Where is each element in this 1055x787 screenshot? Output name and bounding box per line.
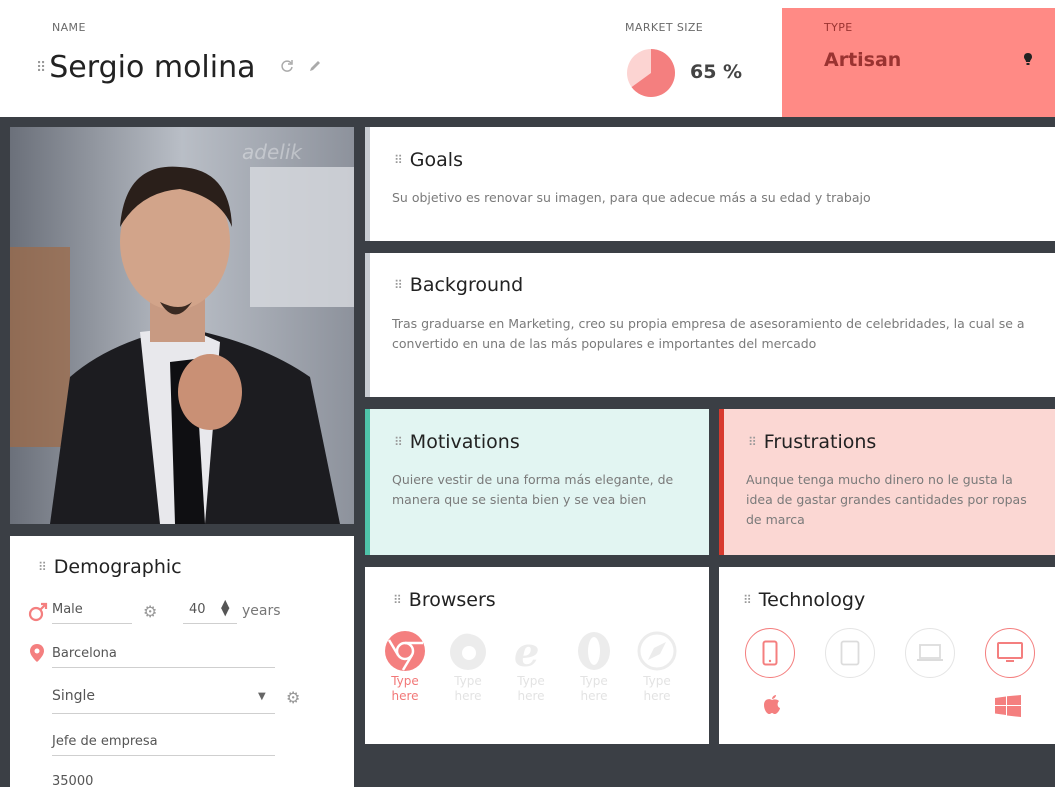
age-stepper-icon[interactable]: ▲ ▼: [221, 598, 229, 617]
frustrations-title-text: Frustrations: [763, 431, 877, 453]
device-laptop[interactable]: [905, 628, 955, 678]
browser-label[interactable]: Type here: [447, 674, 489, 704]
apple-icon[interactable]: [763, 695, 781, 715]
persona-name[interactable]: Sergio molina: [49, 50, 255, 85]
goals-title-text: Goals: [409, 149, 463, 171]
browser-safari[interactable]: Type here: [636, 630, 678, 704]
internet-explorer-icon: e: [514, 630, 539, 672]
desktop-icon: [997, 642, 1023, 662]
gender-field[interactable]: Male: [52, 600, 132, 624]
drag-handle-icon[interactable]: ⠿: [393, 594, 402, 606]
income-field[interactable]: 35000: [52, 772, 275, 787]
type-label: TYPE: [824, 21, 853, 34]
demographic-card: ⠿ Demographic Male ⚙ 40 ▲ ▼ years Barcelo…: [10, 536, 354, 787]
background-text[interactable]: Tras graduarse en Marketing, creo su pro…: [392, 314, 1032, 354]
background-card[interactable]: ⠿ Background Tras graduarse en Marketing…: [365, 253, 1055, 397]
demographic-title: ⠿ Demographic: [38, 556, 182, 578]
browser-chrome[interactable]: Type here: [384, 630, 426, 704]
persona-header: NAME ⠿ Sergio molina MARKET SIZE 65 % TY…: [0, 0, 1055, 117]
location-field[interactable]: Barcelona: [52, 644, 275, 668]
firefox-icon: [450, 633, 486, 670]
motivations-card[interactable]: ⠿ Motivations Quiere vestir de una forma…: [365, 409, 709, 555]
chrome-icon: [385, 631, 425, 671]
background-title-text: Background: [409, 274, 524, 296]
smartphone-icon: [762, 640, 778, 666]
gear-icon[interactable]: ⚙: [143, 602, 157, 621]
technology-device-list: [745, 628, 1035, 678]
demographic-title-text: Demographic: [53, 556, 182, 578]
laptop-icon: [917, 644, 943, 661]
browsers-title: ⠿ Browsers: [393, 589, 496, 611]
refresh-icon[interactable]: [280, 59, 294, 77]
motivations-text[interactable]: Quiere vestir de una forma más elegante,…: [392, 470, 682, 510]
background-title: ⠿ Background: [394, 274, 523, 296]
motivations-title: ⠿ Motivations: [394, 431, 520, 453]
svg-text:e: e: [514, 630, 539, 672]
market-size-value: 65 %: [690, 61, 743, 83]
device-smartphone[interactable]: [745, 628, 795, 678]
frustrations-title: ⠿ Frustrations: [748, 431, 876, 453]
device-desktop[interactable]: [985, 628, 1035, 678]
name-row: ⠿ Sergio molina: [36, 50, 322, 85]
goals-card[interactable]: ⠿ Goals Su objetivo es renovar su imagen…: [365, 127, 1055, 241]
technology-title: ⠿ Technology: [743, 589, 865, 611]
frustrations-card[interactable]: ⠿ Frustrations Aunque tenga mucho dinero…: [719, 409, 1055, 555]
male-gender-icon[interactable]: [28, 602, 48, 622]
device-tablet[interactable]: [825, 628, 875, 678]
opera-icon: [578, 632, 610, 670]
browser-label[interactable]: Type here: [573, 674, 615, 704]
safari-icon: [637, 631, 677, 671]
drag-handle-icon[interactable]: ⠿: [394, 154, 403, 166]
occupation-field[interactable]: Jefe de empresa: [52, 732, 275, 756]
browser-ie[interactable]: e Type here: [510, 630, 552, 704]
market-size-label: MARKET SIZE: [625, 21, 704, 34]
location-pin-icon: [30, 644, 44, 662]
frustrations-text[interactable]: Aunque tenga mucho dinero no le gusta la…: [746, 470, 1036, 530]
browser-label[interactable]: Type here: [510, 674, 552, 704]
type-value: Artisan: [824, 49, 902, 71]
name-label: NAME: [52, 21, 86, 34]
browser-firefox[interactable]: Type here: [447, 630, 489, 704]
technology-title-text: Technology: [758, 589, 866, 611]
market-size-pie-icon: [627, 49, 675, 97]
persona-type-box[interactable]: TYPE Artisan: [782, 8, 1055, 117]
drag-handle-icon[interactable]: ⠿: [36, 61, 46, 75]
relationship-status-select[interactable]: Single: [52, 686, 275, 714]
drag-handle-icon[interactable]: ⠿: [394, 436, 403, 448]
browser-opera[interactable]: Type here: [573, 630, 615, 704]
watermark-text: adelik: [242, 140, 303, 164]
goals-title: ⠿ Goals: [394, 149, 463, 171]
motivations-title-text: Motivations: [409, 431, 520, 453]
browser-label[interactable]: Type here: [384, 674, 426, 704]
drag-handle-icon[interactable]: ⠿: [38, 561, 47, 573]
browsers-title-text: Browsers: [408, 589, 496, 611]
age-unit: years: [242, 603, 281, 619]
technology-card: ⠿ Technology: [719, 567, 1055, 744]
browser-label[interactable]: Type here: [636, 674, 678, 704]
gear-icon[interactable]: ⚙: [286, 688, 300, 707]
persona-photo[interactable]: adelik: [10, 127, 354, 524]
lightbulb-icon[interactable]: [1023, 52, 1033, 66]
drag-handle-icon[interactable]: ⠿: [748, 436, 757, 448]
browser-list: Type here Type here e Type here Type her…: [384, 630, 678, 704]
edit-pencil-icon[interactable]: [308, 59, 322, 77]
drag-handle-icon[interactable]: ⠿: [743, 594, 752, 606]
chevron-down-icon[interactable]: ▼: [258, 691, 266, 702]
goals-text[interactable]: Su objetivo es renovar su imagen, para q…: [392, 188, 1032, 208]
drag-handle-icon[interactable]: ⠿: [394, 279, 403, 291]
windows-icon[interactable]: [995, 695, 1021, 717]
browsers-card: ⠿ Browsers Type here Type here e Type he…: [365, 567, 709, 744]
tablet-icon: [840, 640, 860, 666]
